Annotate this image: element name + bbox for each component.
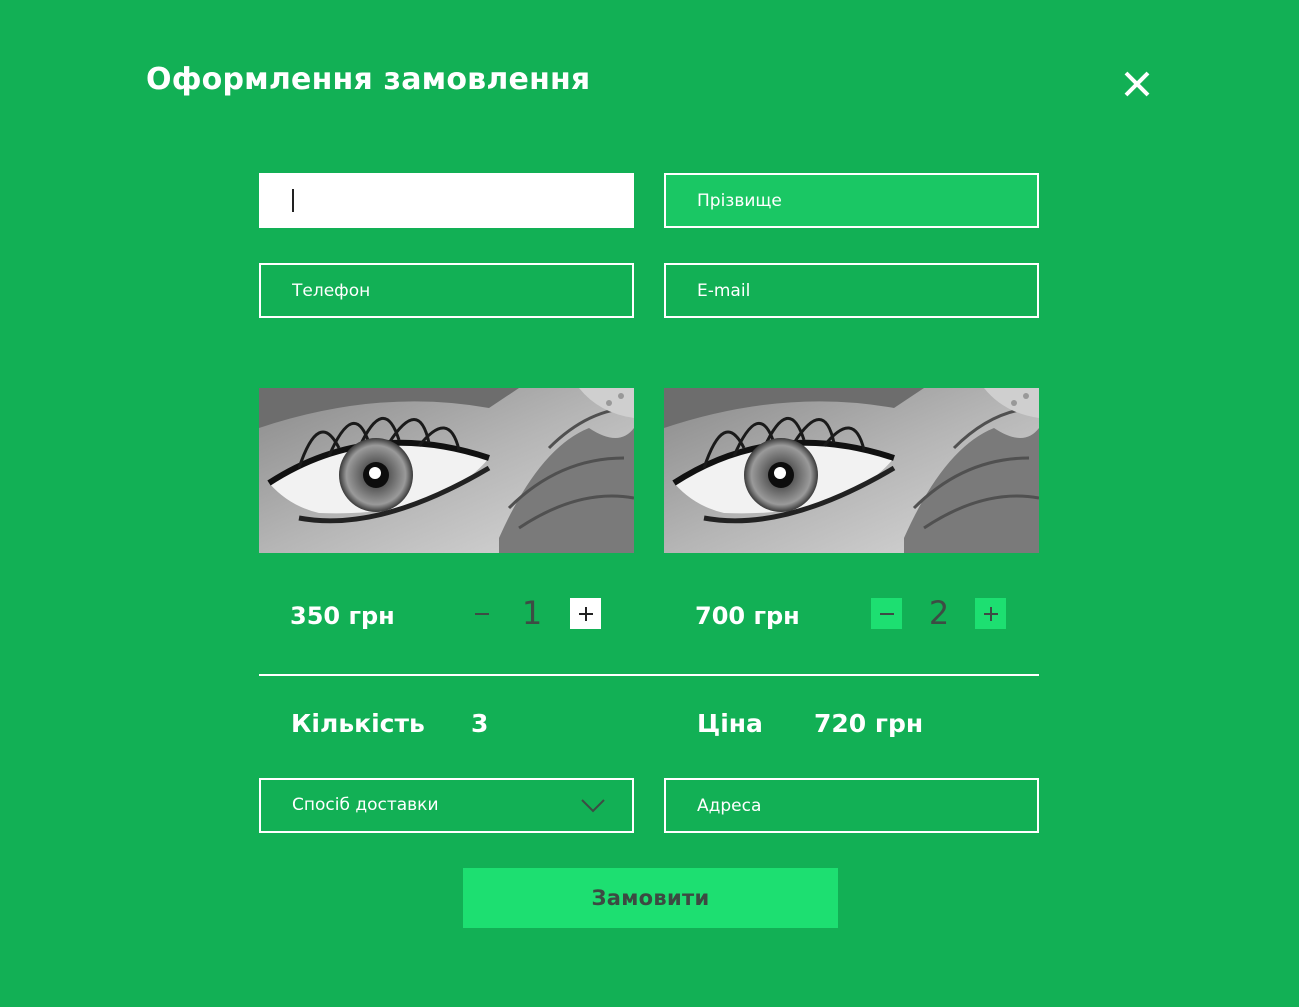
increase-quantity-button-1[interactable] bbox=[570, 598, 601, 629]
close-icon[interactable] bbox=[1121, 68, 1153, 100]
delivery-method-label: Спосіб доставки bbox=[292, 795, 439, 815]
email-field[interactable] bbox=[664, 263, 1039, 318]
phone-field[interactable] bbox=[259, 263, 634, 318]
minus-icon bbox=[879, 612, 894, 615]
modal-title: Оформлення замовлення bbox=[146, 62, 591, 97]
decrease-quantity-button-1[interactable] bbox=[466, 598, 497, 629]
product-price-2: 700 грн bbox=[695, 602, 800, 630]
divider bbox=[259, 674, 1039, 676]
total-price-value: 720 грн bbox=[814, 709, 924, 738]
text-cursor bbox=[292, 189, 294, 212]
total-quantity-label: Кількість bbox=[291, 709, 425, 738]
minus-icon bbox=[474, 612, 489, 615]
quantity-value-2: 2 bbox=[928, 594, 950, 632]
plus-icon bbox=[578, 606, 593, 621]
product-image-1 bbox=[259, 388, 634, 553]
chevron-down-icon bbox=[581, 799, 605, 813]
first-name-field[interactable] bbox=[259, 173, 634, 228]
decrease-quantity-button-2[interactable] bbox=[871, 598, 902, 629]
increase-quantity-button-2[interactable] bbox=[975, 598, 1006, 629]
product-image-2 bbox=[664, 388, 1039, 553]
plus-icon bbox=[983, 606, 998, 621]
order-button[interactable]: Замовити bbox=[463, 868, 838, 928]
total-quantity-value: 3 bbox=[471, 709, 489, 738]
total-price-label: Ціна bbox=[697, 709, 763, 738]
product-price-1: 350 грн bbox=[290, 602, 395, 630]
last-name-field[interactable] bbox=[664, 173, 1039, 228]
delivery-method-select[interactable]: Спосіб доставки bbox=[259, 778, 634, 833]
address-field[interactable] bbox=[664, 778, 1039, 833]
quantity-value-1: 1 bbox=[521, 594, 543, 632]
